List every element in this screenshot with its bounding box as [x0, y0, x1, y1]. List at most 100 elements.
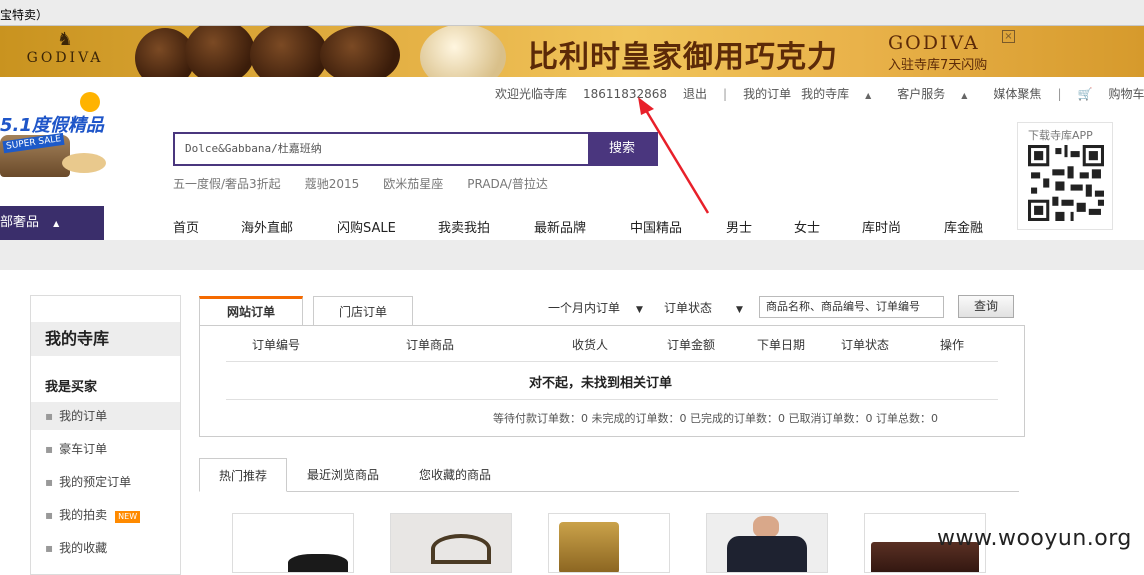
- caret-down-icon: ▼: [736, 305, 743, 315]
- column-header: 订单状态: [841, 338, 890, 352]
- chocolate-image: [320, 26, 400, 77]
- tab-store-orders[interactable]: 门店订单: [313, 296, 413, 326]
- sidebar-item-auctions[interactable]: ▪ 我的拍卖 NEW: [31, 501, 180, 529]
- red-arrow-annotation: [638, 97, 710, 214]
- empty-orders-message: 对不起，未找到相关订单: [529, 376, 673, 391]
- sandal-image: [431, 534, 491, 564]
- sun-icon: [80, 92, 100, 112]
- horse-rider-icon: ♞: [56, 29, 74, 50]
- banner-slogan: 比利时皇家御用巧克力: [528, 40, 838, 75]
- chocolate-image: [250, 26, 328, 77]
- order-search-input[interactable]: 商品名称、商品编号、订单编号: [759, 296, 944, 318]
- caret-up-icon: ▲: [865, 91, 872, 100]
- service-label: 客户服务: [897, 87, 946, 101]
- hot-keywords: 五一度假/奢品3折起 蔻驰2015 欧米茄星座 PRADA/普拉达: [173, 175, 572, 192]
- sidebar-item-label: 豪车订单: [59, 442, 108, 456]
- hot-keyword-link[interactable]: PRADA/普拉达: [467, 177, 548, 191]
- tab-favorites[interactable]: 您收藏的商品: [410, 458, 500, 492]
- promo-image[interactable]: 5.1度假精品 SUPER SALE: [0, 87, 108, 191]
- column-header: 订单编号: [252, 338, 301, 352]
- account-sidebar: 我的寺库 我是买家 ▪ 我的订单 ▪ 豪车订单 ▪ 我的预定订单 ▪ 我的拍卖 NEW ▪…: [30, 295, 181, 575]
- tab-hot-picks[interactable]: 热门推荐: [199, 458, 287, 492]
- nav-men[interactable]: 男士: [726, 217, 752, 236]
- promo-title: 5.1度假精品: [0, 115, 104, 136]
- column-header: 操作: [940, 338, 965, 352]
- column-header: 订单金额: [667, 338, 716, 352]
- order-status-value: 订单状态: [664, 301, 713, 315]
- gray-divider-band: [0, 240, 1144, 270]
- banner-subtitle: 入驻寺库7天闪购: [888, 58, 988, 73]
- sidebar-item-label: 我的收藏: [59, 541, 108, 555]
- search-input[interactable]: Dolce&Gabbana/杜嘉班纳: [175, 134, 588, 164]
- hat-image: [62, 153, 106, 173]
- nav-overseas[interactable]: 海外直邮: [241, 217, 293, 236]
- watermark: www.wooyun.org: [937, 526, 1132, 551]
- search-bar: Dolce&Gabbana/杜嘉班纳 搜索: [173, 132, 658, 166]
- cart-label: 购物车(0): [1108, 87, 1144, 101]
- chocolate-image: [185, 26, 255, 77]
- column-header: 订单商品: [406, 338, 455, 352]
- cart-link[interactable]: 🛒 购物车(0): [1077, 87, 1144, 101]
- sidebar-item-car-orders[interactable]: ▪ 豪车订单: [31, 435, 180, 463]
- my-orders-link[interactable]: 我的订单: [743, 87, 791, 101]
- divider: |: [723, 87, 728, 101]
- product-card[interactable]: [706, 513, 828, 573]
- sidebar-item-favorites[interactable]: ▪ 我的收藏: [31, 534, 180, 562]
- my-secoo-menu[interactable]: 我的寺库 ▲: [801, 87, 887, 101]
- nav-home[interactable]: 首页: [173, 217, 199, 236]
- tab-recently-viewed[interactable]: 最近浏览商品: [297, 458, 389, 492]
- lighter-image: [559, 522, 619, 572]
- divider: |: [1057, 87, 1062, 101]
- order-status-select[interactable]: 订单状态 ▼: [664, 299, 743, 316]
- sidebar-section-buyer: 我是买家: [45, 380, 98, 395]
- chocolate-image: [420, 26, 506, 77]
- shoe-image: [288, 554, 348, 572]
- top-links: 欢迎光临寺库 18611832868 退出 | 我的订单 我的寺库 ▲ 客户服务 ▲ 媒体聚焦 | 🛒…: [495, 85, 1144, 101]
- all-categories-label: 部奢品: [0, 215, 40, 230]
- hot-keyword-link[interactable]: 五一度假/奢品3折起: [173, 177, 281, 191]
- media-link[interactable]: 媒体聚焦: [993, 87, 1041, 101]
- date-range-value: 一个月内订单: [548, 301, 621, 315]
- model-head-image: [753, 516, 779, 538]
- caret-up-icon: ▲: [53, 219, 60, 228]
- service-menu[interactable]: 客户服务 ▲: [897, 87, 983, 101]
- caret-down-icon: ▼: [636, 305, 643, 315]
- tab-website-orders[interactable]: 网站订单: [199, 296, 303, 326]
- banner-close-icon[interactable]: ×: [1002, 30, 1015, 43]
- banner-brand-right: GODIVA: [888, 32, 980, 54]
- nav-auction[interactable]: 我卖我拍: [438, 217, 490, 236]
- column-header: 收货人: [572, 338, 609, 352]
- nav-women[interactable]: 女士: [794, 217, 820, 236]
- column-header: 下单日期: [757, 338, 806, 352]
- sidebar-item-label: 我的拍卖: [59, 508, 108, 522]
- welcome-text: 欢迎光临寺库: [495, 87, 568, 101]
- caret-up-icon: ▲: [961, 91, 968, 100]
- nav-fashion[interactable]: 库时尚: [862, 217, 901, 236]
- hot-keyword-link[interactable]: 蔻驰2015: [305, 177, 360, 191]
- sidebar-item-label: 我的订单: [59, 409, 108, 423]
- product-card[interactable]: [232, 513, 354, 573]
- window-titlebar: 宝特卖）: [0, 0, 1144, 26]
- query-button[interactable]: 查询: [958, 295, 1014, 318]
- product-card[interactable]: [548, 513, 670, 573]
- app-download[interactable]: 下载寺库APP: [1017, 122, 1113, 230]
- window-title: 宝特卖）: [0, 8, 49, 22]
- order-stats: 等待付款订单数：0 未完成的订单数：0 已完成的订单数：0 已取消订单数：0 订…: [493, 412, 938, 425]
- all-categories-menu[interactable]: 部奢品 ▲: [0, 206, 104, 240]
- app-download-label: 下载寺库APP: [1028, 129, 1093, 142]
- product-card[interactable]: [390, 513, 512, 573]
- sidebar-item-my-orders[interactable]: ▪ 我的订单: [31, 402, 180, 430]
- divider: [226, 361, 998, 362]
- sidebar-title: 我的寺库: [31, 322, 180, 356]
- nav-finance[interactable]: 库金融: [944, 217, 983, 236]
- date-range-select[interactable]: 一个月内订单 ▼: [548, 299, 643, 316]
- sidebar-item-label: 我的预定订单: [59, 475, 132, 489]
- hot-keyword-link[interactable]: 欧米茄星座: [383, 177, 443, 191]
- nav-new-brands[interactable]: 最新品牌: [534, 217, 586, 236]
- godiva-banner[interactable]: ♞ GODIVA 比利时皇家御用巧克力 GODIVA 入驻寺库7天闪购 ×: [0, 26, 1144, 77]
- sidebar-item-reservations[interactable]: ▪ 我的预定订单: [31, 468, 180, 496]
- nav-flash-sale[interactable]: 闪购SALE: [337, 217, 396, 236]
- banner-brand: GODIVA: [26, 50, 104, 66]
- my-secoo-label: 我的寺库: [801, 87, 850, 101]
- divider: [226, 399, 998, 400]
